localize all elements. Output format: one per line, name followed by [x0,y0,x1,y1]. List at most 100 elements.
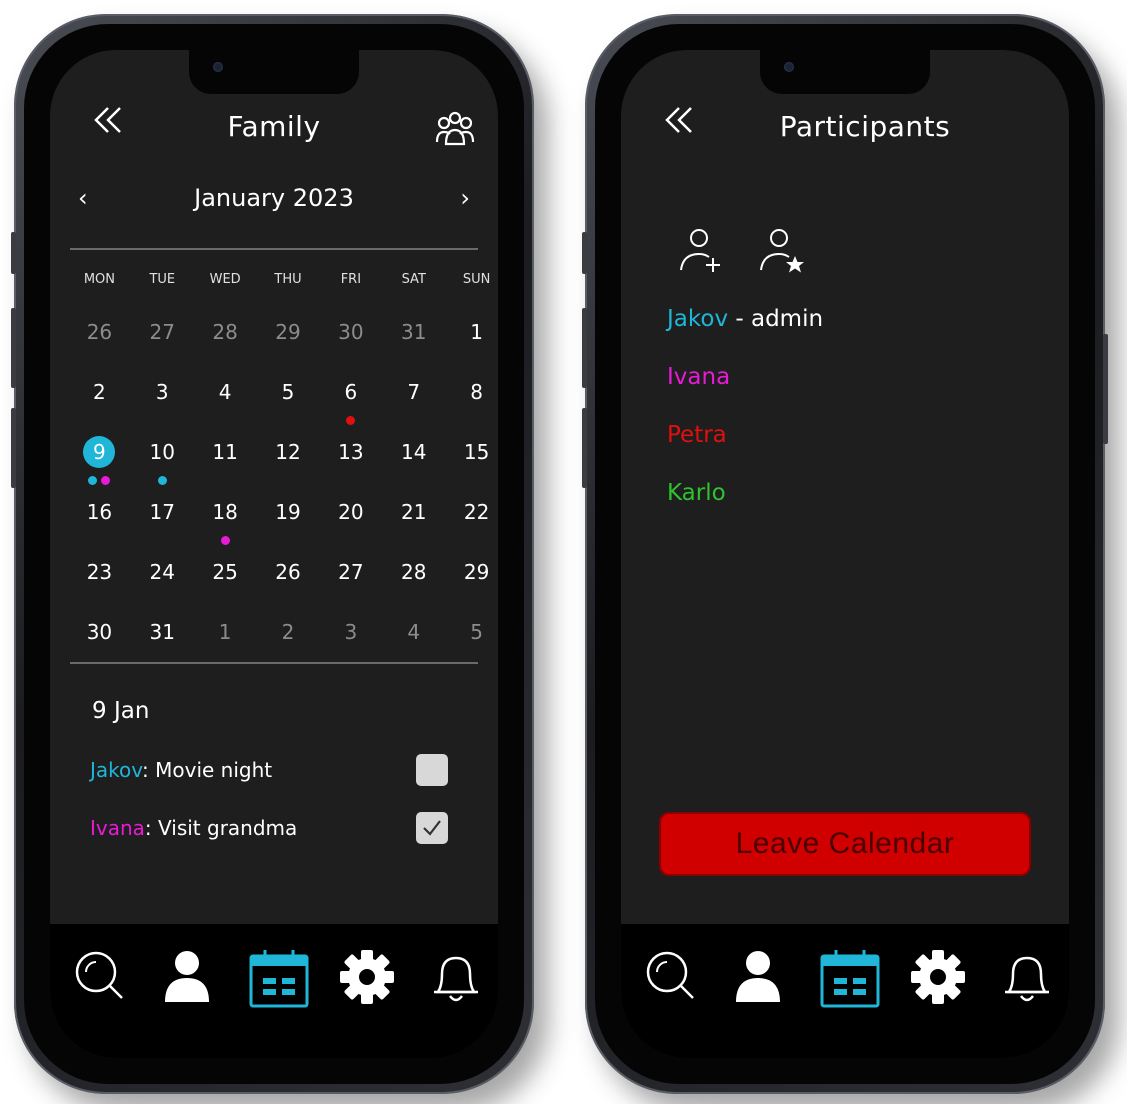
event-title: Movie night [155,758,273,782]
day-cell[interactable]: 5 [257,376,320,436]
make-admin-icon[interactable] [757,226,811,276]
participant-item[interactable]: Karlo [667,480,726,506]
day-cell[interactable]: 17 [131,496,194,556]
day-cell[interactable]: 19 [257,496,320,556]
tab-settings[interactable] [909,948,967,1010]
tab-profile[interactable] [162,948,212,1008]
bezel: Family ‹ January 2023 › MON TUE WED THU … [24,24,524,1084]
bell-icon [1005,956,1049,1002]
tab-calendar[interactable] [819,948,881,1012]
day-cell[interactable]: 4 [382,616,445,676]
calendar-top-divider [70,248,478,250]
day-cell[interactable]: 23 [68,556,131,616]
calendar-icon [820,950,880,1008]
day-cell[interactable]: 2 [257,616,320,676]
bottom-tab-bar [50,924,498,1058]
tab-search[interactable] [72,948,128,1008]
day-number: 4 [407,620,421,644]
day-cell[interactable]: 24 [131,556,194,616]
day-cell[interactable]: 9 [68,436,131,496]
tab-bell[interactable] [428,948,484,1010]
day-cell[interactable]: 26 [68,316,131,376]
day-cell[interactable]: 28 [194,316,257,376]
day-cell[interactable]: 13 [319,436,382,496]
day-cell[interactable]: 29 [257,316,320,376]
bottom-tab-bar [621,924,1069,1058]
day-number: 31 [400,320,427,344]
week-row: 26 27 28 29 30 31 1 [68,316,498,376]
profile-icon [736,951,780,1002]
day-cell[interactable]: 21 [382,496,445,556]
day-number: 1 [470,320,483,344]
event-checkbox[interactable] [416,754,448,786]
day-cell[interactable]: 14 [382,436,445,496]
day-cell[interactable]: 27 [131,316,194,376]
day-number: 30 [86,620,113,644]
day-cell[interactable]: 16 [68,496,131,556]
phone-frame-participants: Participants Jakov - admin Ivana Petra K… [582,14,1108,1094]
event-title: Visit grandma [158,816,298,840]
settings-icon [911,950,965,1004]
day-cell[interactable]: 31 [382,316,445,376]
day-number: 29 [275,320,301,344]
day-cell[interactable]: 4 [194,376,257,436]
tab-calendar[interactable] [248,948,310,1012]
event-owner: Jakov [90,758,143,782]
day-cell[interactable]: 26 [257,556,320,616]
day-cell[interactable]: 15 [445,436,498,496]
calendar-icon [249,950,309,1008]
tab-settings[interactable] [338,948,396,1010]
day-cell[interactable]: 27 [319,556,382,616]
day-cell[interactable]: 31 [131,616,194,676]
next-month-button[interactable]: › [460,184,470,212]
day-cell[interactable]: 5 [445,616,498,676]
participant-item[interactable]: Ivana [667,364,730,390]
profile-icon [165,951,209,1002]
search-icon [75,951,123,999]
notch [189,50,359,94]
day-cell[interactable]: 3 [131,376,194,436]
event-dot [101,476,111,485]
day-cell[interactable]: 20 [319,496,382,556]
day-cell[interactable]: 7 [382,376,445,436]
participants-screen: Participants Jakov - admin Ivana Petra K… [621,50,1069,1058]
tab-search[interactable] [643,948,699,1008]
day-cell[interactable]: 3 [319,616,382,676]
day-cell[interactable]: 11 [194,436,257,496]
day-cell[interactable]: 29 [445,556,498,616]
day-number: 3 [344,620,358,644]
day-cell[interactable]: 6 [319,376,382,436]
day-cell[interactable]: 30 [319,316,382,376]
mute-switch [11,232,16,274]
event-dots [131,470,194,485]
day-cell[interactable]: 12 [257,436,320,496]
volume-up-button [582,308,587,388]
day-cell[interactable]: 18 [194,496,257,556]
day-cell[interactable]: 8 [445,376,498,436]
leave-calendar-button[interactable]: Leave Calendar [659,812,1031,876]
day-cell[interactable]: 28 [382,556,445,616]
participant-item[interactable]: Petra [667,422,727,448]
day-cell[interactable]: 10 [131,436,194,496]
add-user-icon[interactable] [677,226,727,276]
day-number: 27 [149,320,175,344]
event-checkbox[interactable] [416,812,448,844]
day-cell[interactable]: 1 [194,616,257,676]
volume-down-button [11,408,16,488]
day-cell[interactable]: 25 [194,556,257,616]
power-button [1103,334,1108,444]
tab-bell[interactable] [999,948,1055,1010]
day-cell[interactable]: 1 [445,316,498,376]
day-cell[interactable]: 2 [68,376,131,436]
day-cell[interactable]: 30 [68,616,131,676]
selected-day-heading: 9 Jan [92,698,150,724]
participants-button[interactable] [434,110,476,150]
participant-item[interactable]: Jakov - admin [667,306,823,332]
event-dot [220,536,230,545]
camera-dot [213,62,223,72]
tab-profile[interactable] [733,948,783,1008]
event-separator: : [142,758,156,782]
day-cell[interactable]: 22 [445,496,498,556]
mute-switch [582,232,587,274]
day-number: 2 [281,620,295,644]
